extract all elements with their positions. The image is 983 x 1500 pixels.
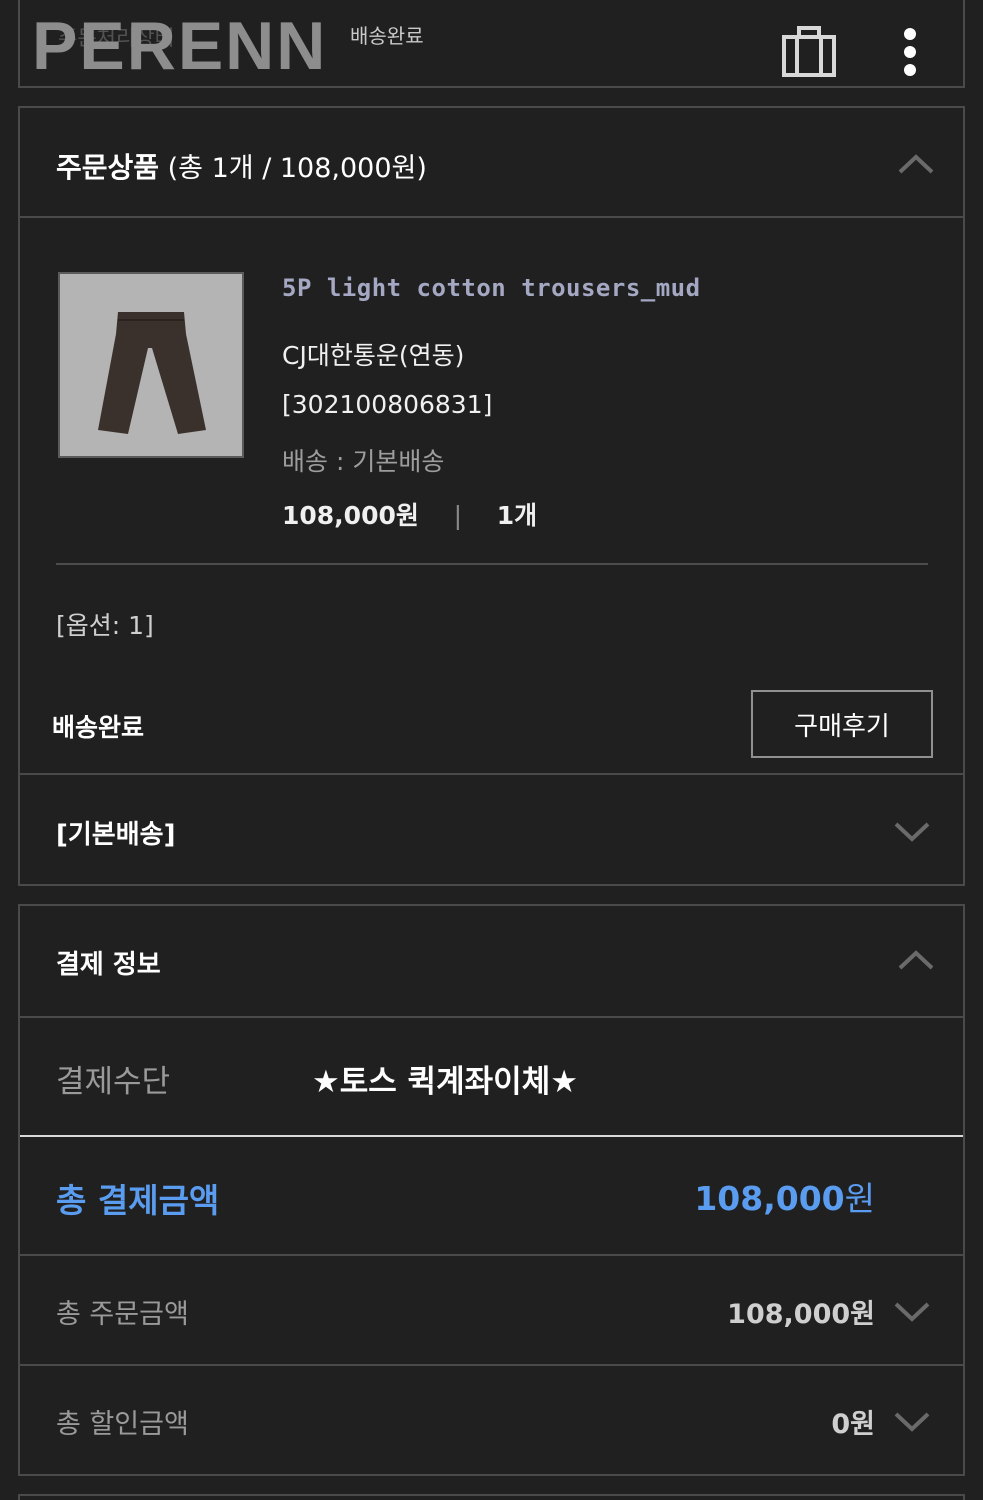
discount-amount-label: 총 할인금액 [56,1409,189,1440]
order-amount-value: 108,000원 [727,1299,875,1330]
product-quantity: 1개 [496,501,538,530]
order-items-summary: (총 1개 / 108,000원) [167,153,427,184]
payment-info-section: 결제 정보 결제수단 ★토스 퀵계좌이체★ 총 결제금액 108,000원 총 … [18,904,965,1476]
chevron-down-icon[interactable] [892,820,932,844]
price-quantity-row: 108,000원 | 1개 [282,496,537,532]
tracking-number[interactable]: [302100806831] [282,390,492,419]
shipping-type: 배송 : 기본배송 [282,447,445,476]
discount-amount-value: 0원 [831,1409,875,1440]
shipping-group-label[interactable]: [기본배송] [56,814,175,851]
order-items-title: 주문상품 [56,151,160,184]
total-payment-amount: 108,000원 [694,1172,875,1220]
payment-info-title: 결제 정보 [56,950,161,980]
write-review-button[interactable]: 구매후기 [751,690,933,758]
payment-info-header[interactable]: 결제 정보 [20,906,963,1016]
brand-logo[interactable]: PERENN [32,12,327,80]
product-price: 108,000원 [282,501,419,530]
product-thumbnail[interactable] [58,272,244,458]
divider [56,563,928,565]
trousers-image [98,312,206,434]
chevron-up-icon[interactable] [896,152,936,176]
chevron-down-icon[interactable] [892,1410,932,1434]
divider [20,773,963,775]
product-option: [옵션: 1] [56,611,154,640]
total-payment-value: 108,000 [694,1179,845,1218]
payment-method-value: ★토스 퀵계좌이체★ [312,1064,579,1100]
payment-method-label: 결제수단 [56,1064,171,1100]
total-payment-label: 총 결제금액 [56,1181,220,1220]
shopping-bag-icon[interactable] [780,22,838,80]
product-name[interactable]: 5P light cotton trousers_mud [282,274,701,302]
next-section-edge [18,1494,965,1500]
chevron-down-icon[interactable] [892,1300,932,1324]
order-amount-label: 총 주문금액 [56,1299,189,1330]
delivery-status: 배송완료 [52,713,145,742]
separator: | [453,501,463,530]
discount-amount-row[interactable]: 총 할인금액 0원 [20,1366,963,1476]
order-status-value: 배송완료 [350,24,424,48]
order-item-card: 5P light cotton trousers_mud CJ대한통운(연동) … [18,218,965,886]
total-payment-unit: 원 [844,1179,875,1218]
kebab-menu-icon[interactable] [896,22,926,82]
divider [20,1135,963,1137]
order-amount-row[interactable]: 총 주문금액 108,000원 [20,1256,963,1364]
chevron-up-icon[interactable] [896,948,936,972]
divider [20,1016,963,1018]
order-items-section-header[interactable]: 주문상품 (총 1개 / 108,000원) [18,106,965,218]
app-header: 주문처리상태 PERENN 배송완료 [18,0,965,88]
carrier-name: CJ대한통운(연동) [282,341,465,370]
